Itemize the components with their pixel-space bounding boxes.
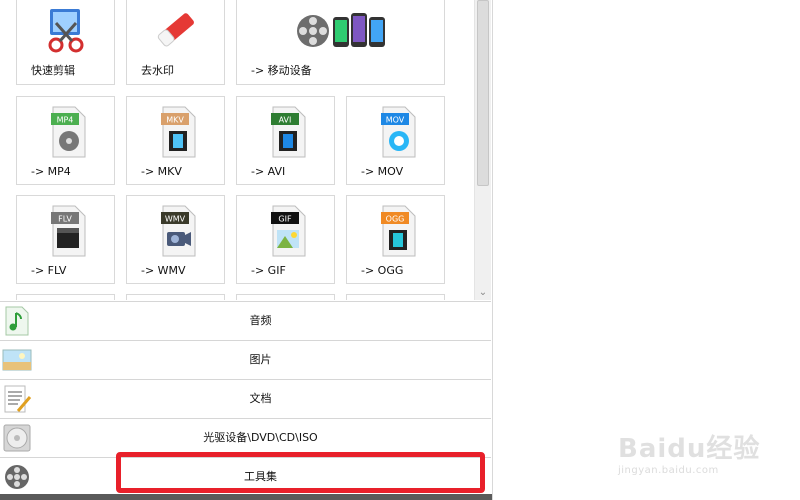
badge-text: MKV — [166, 116, 184, 125]
tile-to-gif[interactable]: GIF -> GIF — [236, 195, 335, 284]
badge-text: GIF — [278, 215, 292, 224]
tile-label: -> MKV — [141, 165, 182, 178]
tile-label: -> 移动设备 — [251, 64, 312, 77]
watermark-url: jingyan.baidu.com — [618, 465, 719, 476]
tile-quick-cut[interactable]: 快速剪辑 — [16, 0, 115, 85]
tile-to-mp4[interactable]: MP4 -> MP4 — [16, 96, 115, 185]
tile-label: -> MOV — [361, 165, 404, 178]
badge-text: OGG — [385, 215, 404, 224]
mov-file-icon: MOV — [380, 106, 415, 158]
picture-icon — [2, 349, 32, 371]
badge-text: WMV — [164, 215, 185, 224]
wmv-file-icon: WMV — [160, 205, 195, 257]
tile-partial[interactable] — [126, 294, 225, 300]
audio-icon — [5, 306, 29, 336]
tile-to-wmv[interactable]: WMV -> WMV — [126, 195, 225, 284]
vertical-scrollbar[interactable]: ⌄ — [474, 0, 491, 300]
category-label: 音频 — [249, 314, 272, 327]
scissors-film-icon — [48, 9, 83, 53]
badge-text: MP4 — [56, 116, 73, 125]
tile-to-avi[interactable]: AVI -> AVI — [236, 96, 335, 185]
scroll-down-arrow-icon[interactable]: ⌄ — [475, 286, 491, 300]
avi-file-icon: AVI — [270, 106, 305, 158]
conversion-grid: 快速剪辑 去水印 -> 移动设备 MP4 -> MP4 MKV -> MKV A… — [0, 0, 474, 300]
badge-text: AVI — [278, 116, 291, 125]
tile-remove-watermark[interactable]: 去水印 — [126, 0, 225, 85]
eraser-icon — [157, 13, 194, 47]
tile-label: -> GIF — [251, 264, 286, 277]
tile-label: -> MP4 — [31, 165, 71, 178]
watermark-brand: Baidu经验 — [618, 434, 761, 464]
baidu-jingyan-watermark: Baidu经验 jingyan.baidu.com — [618, 428, 768, 488]
gif-file-icon: GIF — [270, 205, 305, 257]
tile-to-flv[interactable]: FLV -> FLV — [16, 195, 115, 284]
highlight-box — [116, 452, 485, 493]
tile-label: 去水印 — [141, 64, 174, 77]
tile-label: -> FLV — [31, 264, 67, 277]
category-picture[interactable]: 图片 — [0, 340, 491, 379]
ogg-file-icon: OGG — [380, 205, 415, 257]
badge-text: FLV — [58, 215, 72, 224]
mkv-file-icon: MKV — [160, 106, 195, 158]
mobile-devices-icon — [296, 13, 385, 47]
badge-text: MOV — [385, 116, 404, 125]
tile-label: -> AVI — [251, 165, 286, 178]
category-document[interactable]: 文档 — [0, 379, 491, 418]
tile-partial[interactable] — [236, 294, 335, 300]
tile-to-ogg[interactable]: OGG -> OGG — [346, 195, 445, 284]
disc-icon — [3, 424, 31, 452]
tile-to-mkv[interactable]: MKV -> MKV — [126, 96, 225, 185]
format-factory-panel: 快速剪辑 去水印 -> 移动设备 MP4 -> MP4 MKV -> MKV A… — [0, 0, 493, 500]
tile-mobile-devices[interactable]: -> 移动设备 — [236, 0, 445, 85]
document-icon — [4, 385, 32, 413]
tile-partial[interactable] — [16, 294, 115, 300]
category-audio[interactable]: 音频 — [0, 301, 491, 340]
tile-to-mov[interactable]: MOV -> MOV — [346, 96, 445, 185]
tile-label: -> OGG — [361, 264, 404, 277]
tile-label: 快速剪辑 — [31, 64, 75, 77]
panel-bottom-edge — [0, 494, 492, 500]
film-reel-icon — [5, 465, 29, 489]
category-label: 图片 — [249, 353, 272, 366]
scrollbar-thumb[interactable] — [477, 0, 489, 186]
mp4-file-icon: MP4 — [50, 106, 85, 158]
tile-label: -> WMV — [141, 264, 186, 277]
flv-file-icon: FLV — [50, 205, 85, 257]
category-label: 文档 — [249, 392, 272, 405]
tile-partial[interactable] — [346, 294, 445, 300]
